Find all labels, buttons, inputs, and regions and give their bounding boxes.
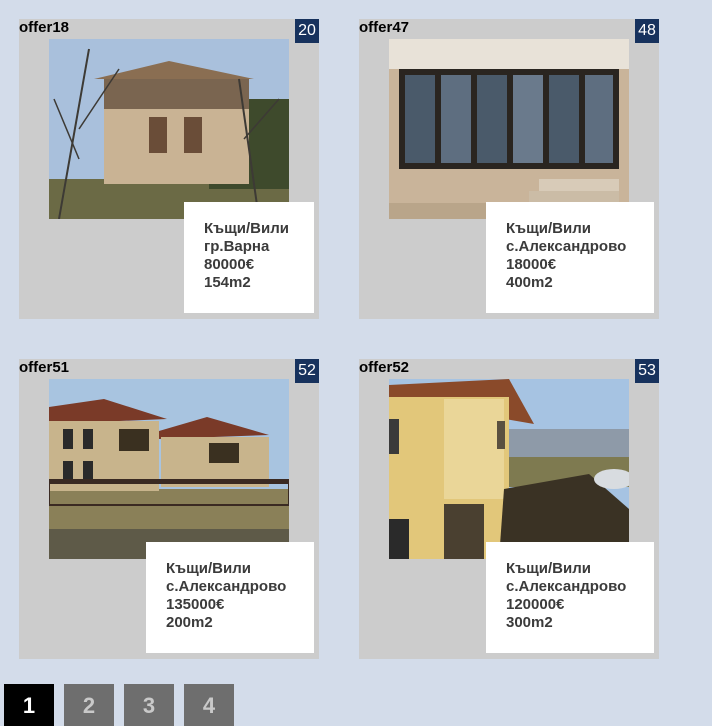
offer-number-badge: 48	[635, 19, 659, 43]
offer-details: Къщи/Вили с.Александрово 120000€ 300m2	[486, 542, 654, 653]
property-area: 300m2	[506, 614, 553, 631]
offer-details: Къщи/Вили с.Александрово 135000€ 200m2	[146, 542, 314, 653]
offer-number-badge: 52	[295, 359, 319, 383]
property-price: 18000€	[506, 256, 557, 273]
offer-details: Къщи/Вили с.Александрово 18000€ 400m2	[486, 202, 654, 313]
offer-card[interactable]: offer51 52 Къщи/Вили с.Александрово 1350…	[19, 359, 319, 659]
offer-card[interactable]: offer47 48 Къщи/Вили с.Александрово 1800…	[359, 19, 659, 319]
pagination: 1 2 3 4	[4, 684, 234, 726]
offer-id: offer52	[359, 359, 410, 376]
houses-photo-image	[49, 379, 289, 559]
offer-id: offer18	[19, 19, 70, 36]
property-type: Къщи/Вили	[506, 220, 591, 237]
property-type: Къщи/Вили	[204, 220, 289, 237]
property-price: 120000€	[506, 596, 565, 613]
house-photo-image	[49, 39, 289, 219]
offer-number-badge: 20	[295, 19, 319, 43]
property-location: с.Александрово	[166, 578, 287, 595]
property-location: гр.Варна	[204, 238, 270, 255]
house-construction-photo-image	[389, 379, 629, 559]
offer-photo[interactable]	[49, 39, 289, 219]
property-location: с.Александрово	[506, 238, 627, 255]
page-1-button[interactable]: 1	[4, 684, 54, 726]
offer-photo[interactable]	[49, 379, 289, 559]
page-2-button[interactable]: 2	[64, 684, 114, 726]
property-area: 400m2	[506, 274, 553, 291]
property-price: 80000€	[204, 256, 255, 273]
offer-photo[interactable]	[389, 379, 629, 559]
offer-card[interactable]: offer18 20 Къщи/Вили гр.Варна 80000€ 154…	[19, 19, 319, 319]
offer-details: Къщи/Вили гр.Варна 80000€ 154m2	[184, 202, 314, 313]
property-price: 135000€	[166, 596, 225, 613]
offer-id: offer47	[359, 19, 410, 36]
page-4-button[interactable]: 4	[184, 684, 234, 726]
property-type: Къщи/Вили	[166, 560, 251, 577]
property-type: Къщи/Вили	[506, 560, 591, 577]
page-3-button[interactable]: 3	[124, 684, 174, 726]
storefront-photo-image	[389, 39, 629, 219]
offer-number-badge: 53	[635, 359, 659, 383]
property-area: 154m2	[204, 274, 251, 291]
property-area: 200m2	[166, 614, 213, 631]
offer-card[interactable]: offer52 53 Къщи/Вили с.Александрово 1200…	[359, 359, 659, 659]
property-location: с.Александрово	[506, 578, 627, 595]
offer-photo[interactable]	[389, 39, 629, 219]
offer-id: offer51	[19, 359, 70, 376]
